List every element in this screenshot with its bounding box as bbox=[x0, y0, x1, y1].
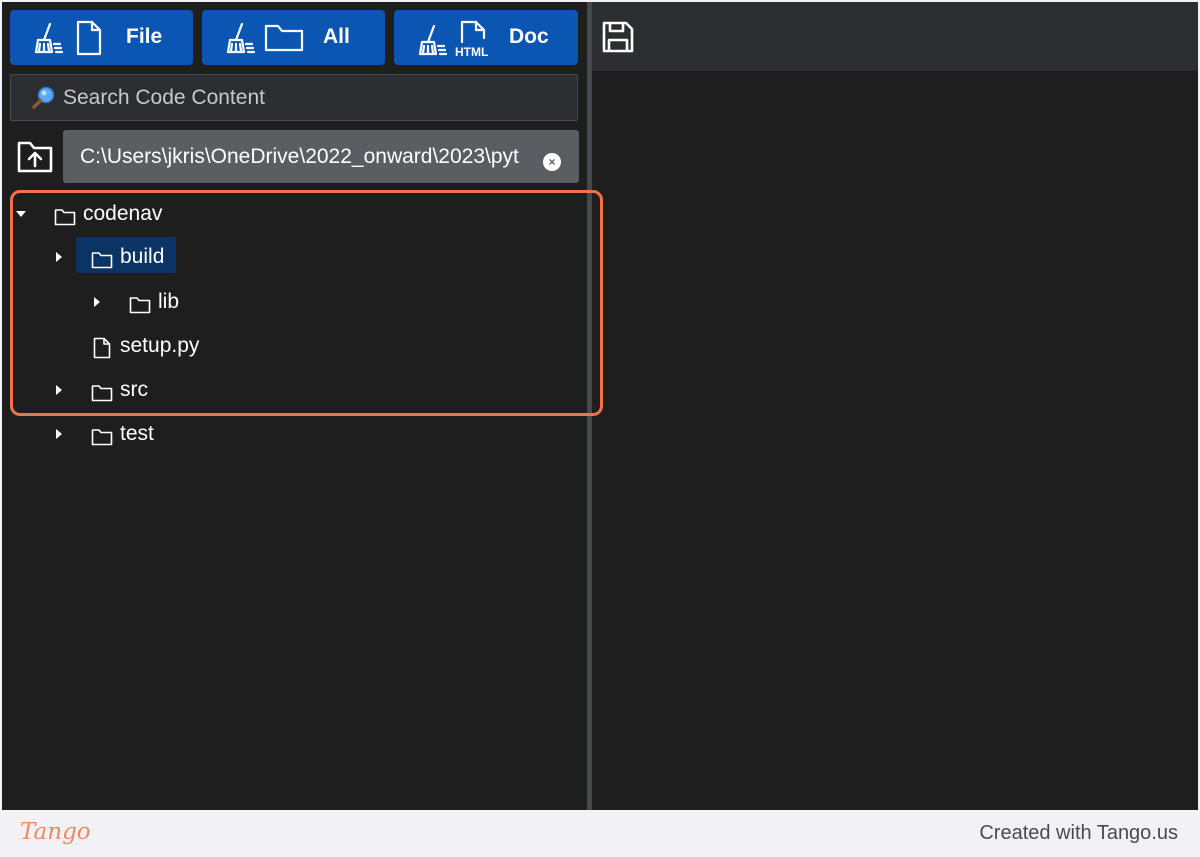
editor-panel bbox=[592, 2, 1198, 810]
broom-folder-icon bbox=[226, 20, 306, 62]
search-icon bbox=[32, 86, 55, 109]
close-icon: × bbox=[548, 155, 556, 169]
save-icon bbox=[602, 21, 634, 53]
path-field[interactable]: × bbox=[63, 130, 579, 183]
tree-node-test[interactable]: test bbox=[2, 414, 582, 454]
clear-all-button[interactable]: All bbox=[202, 10, 385, 65]
save-button[interactable] bbox=[600, 19, 636, 55]
tree-node-label: test bbox=[120, 422, 154, 445]
tree-node-label: src bbox=[120, 378, 148, 401]
tree-node-build[interactable]: build bbox=[2, 237, 582, 277]
folder-icon bbox=[91, 385, 113, 402]
tree-node-label: lib bbox=[158, 290, 180, 313]
tree-node-label: setup.py bbox=[120, 334, 200, 357]
clear-path-button[interactable]: × bbox=[543, 153, 561, 171]
caret-down-icon[interactable] bbox=[14, 207, 28, 221]
caret-right-icon[interactable] bbox=[52, 250, 66, 264]
tree-node-lib[interactable]: lib bbox=[2, 282, 582, 322]
file-button-label: File bbox=[126, 25, 163, 48]
tree-node-setup-py[interactable]: setup.py bbox=[2, 326, 582, 366]
app-window: File All HTML Doc Search Code Content C:… bbox=[2, 2, 1198, 810]
upload-folder-button[interactable] bbox=[16, 139, 54, 175]
caret-right-icon[interactable] bbox=[52, 383, 66, 397]
folder-icon bbox=[91, 429, 113, 446]
broom-html-icon: HTML bbox=[418, 20, 498, 64]
search-box[interactable] bbox=[10, 74, 578, 121]
tree-node-src[interactable]: src bbox=[2, 370, 582, 410]
folder-icon bbox=[91, 252, 113, 269]
tango-logo: Tango bbox=[20, 819, 91, 845]
footer-credit: Created with Tango.us bbox=[979, 822, 1178, 844]
folder-icon bbox=[54, 209, 76, 226]
folder-icon bbox=[129, 297, 151, 314]
editor-toolbar bbox=[592, 2, 1198, 71]
tango-footer: Tango Created with Tango.us bbox=[0, 810, 1200, 857]
clear-file-button[interactable]: File bbox=[10, 10, 193, 65]
file-icon bbox=[93, 337, 111, 359]
search-input[interactable] bbox=[63, 85, 563, 110]
broom-file-icon bbox=[34, 20, 114, 62]
all-button-label: All bbox=[323, 25, 350, 48]
caret-right-icon[interactable] bbox=[52, 427, 66, 441]
tree-node-codenav[interactable]: codenav bbox=[2, 194, 582, 234]
upload-folder-icon bbox=[17, 141, 53, 173]
caret-right-icon[interactable] bbox=[90, 295, 104, 309]
path-input[interactable] bbox=[80, 144, 538, 170]
clear-doc-button[interactable]: HTML Doc bbox=[394, 10, 578, 65]
explorer-panel: File All HTML Doc Search Code Content C:… bbox=[2, 2, 587, 810]
tree-node-label: build bbox=[120, 245, 165, 268]
tree-node-label: codenav bbox=[83, 202, 163, 225]
doc-button-label: Doc bbox=[509, 25, 549, 48]
svg-text:HTML: HTML bbox=[455, 45, 488, 58]
